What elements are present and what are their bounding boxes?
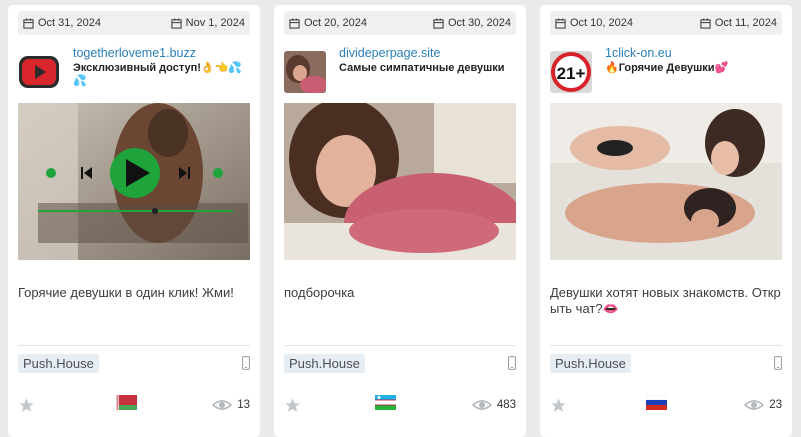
ad-header: togetherloveme1.buzz Эксклюзивный доступ…	[18, 45, 252, 101]
ad-banner-image[interactable]	[550, 103, 782, 260]
start-date: Oct 20, 2024	[289, 17, 367, 29]
ad-card[interactable]: Oct 20, 2024 Oct 30, 2024 divideperpage.…	[274, 5, 526, 437]
views-count: 483	[496, 399, 516, 411]
network-badge[interactable]: Push.House	[284, 354, 365, 373]
ad-banner-image[interactable]	[18, 103, 250, 260]
age-rating-text: 21+	[557, 64, 586, 83]
belarus-flag-icon	[116, 395, 137, 410]
ad-banner-image[interactable]	[284, 103, 516, 260]
start-date-text: Oct 20, 2024	[304, 17, 367, 29]
eye-icon	[471, 400, 492, 410]
ad-title: 🔥Горячие Девушки💕	[605, 62, 729, 74]
mobile-device-icon	[774, 356, 782, 370]
start-date: Oct 10, 2024	[555, 17, 633, 29]
end-date: Nov 1, 2024	[171, 17, 245, 29]
divider	[284, 345, 516, 346]
ad-title: Самые симпатичные девушки	[339, 62, 505, 74]
ad-header: 21+ 1click-on.eu 🔥Горячие Девушки💕	[550, 45, 784, 101]
ad-domain-link[interactable]: divideperpage.site	[339, 46, 440, 60]
eye-icon	[212, 400, 233, 410]
calendar-icon	[23, 17, 34, 29]
photo-thumbnail	[284, 51, 326, 93]
views-counter: 23	[744, 398, 782, 412]
date-range: Oct 10, 2024 Oct 11, 2024	[550, 11, 782, 35]
start-date-text: Oct 31, 2024	[38, 17, 101, 29]
divider	[18, 345, 250, 346]
end-date-text: Oct 11, 2024	[714, 17, 777, 29]
date-range: Oct 20, 2024 Oct 30, 2024	[284, 11, 516, 35]
calendar-icon	[555, 17, 566, 29]
views-counter: 13	[212, 398, 250, 412]
ad-card[interactable]: Oct 31, 2024 Nov 1, 2024 togetherloveme1…	[8, 5, 260, 437]
views-counter: 483	[471, 398, 516, 412]
calendar-icon	[433, 17, 444, 29]
end-date: Oct 30, 2024	[433, 17, 511, 29]
end-date-text: Nov 1, 2024	[185, 17, 245, 29]
ad-description: Девушки хотят новых знакомств. Открыть ч…	[550, 285, 781, 316]
end-date: Oct 11, 2024	[700, 17, 777, 29]
eye-icon	[744, 400, 765, 410]
ad-description: подборочка	[284, 285, 355, 300]
views-count: 23	[769, 399, 782, 411]
divider	[550, 345, 782, 346]
ad-card[interactable]: Oct 10, 2024 Oct 11, 2024 21+ 1click-on.…	[540, 5, 792, 437]
start-date-text: Oct 10, 2024	[570, 17, 633, 29]
star-icon[interactable]	[550, 397, 567, 414]
age-21-plus-icon: 21+	[550, 51, 592, 93]
star-icon[interactable]	[284, 397, 301, 414]
end-date-text: Oct 30, 2024	[448, 17, 511, 29]
calendar-icon	[700, 17, 711, 29]
uzbekistan-flag-icon	[375, 395, 396, 410]
date-range: Oct 31, 2024 Nov 1, 2024	[18, 11, 250, 35]
calendar-icon	[171, 17, 182, 29]
mobile-device-icon	[242, 356, 250, 370]
ad-title: Эксклюзивный доступ!👌👈💦💦	[73, 62, 243, 87]
calendar-icon	[289, 17, 300, 29]
ad-header: divideperpage.site Самые симпатичные дев…	[284, 45, 518, 101]
views-count: 13	[237, 399, 250, 411]
ad-domain-link[interactable]: togetherloveme1.buzz	[73, 46, 196, 60]
ad-description: Горячие девушки в один клик! Жми!	[18, 285, 234, 300]
network-badge[interactable]: Push.House	[18, 354, 99, 373]
network-badge[interactable]: Push.House	[550, 354, 631, 373]
mobile-device-icon	[508, 356, 516, 370]
start-date: Oct 31, 2024	[23, 17, 101, 29]
russia-flag-icon	[646, 395, 667, 410]
video-play-icon	[18, 51, 60, 93]
ad-domain-link[interactable]: 1click-on.eu	[605, 46, 672, 60]
star-icon[interactable]	[18, 397, 35, 414]
